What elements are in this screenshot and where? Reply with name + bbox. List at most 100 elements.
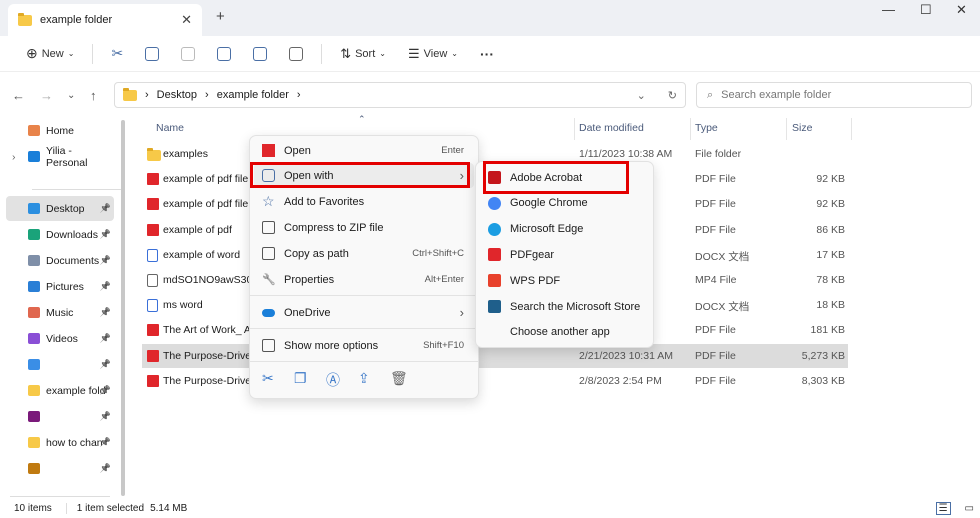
menu-item-shortcut: Shift+F10 [423, 340, 464, 351]
sidebar-item[interactable]: Downloads 📌 [6, 222, 114, 247]
open-with-choose-another-app[interactable]: Choose another app [480, 320, 649, 345]
back-button[interactable]: ← [12, 88, 25, 103]
copy-icon[interactable]: ❐ [294, 370, 307, 387]
cut-button[interactable]: ✂ [103, 41, 131, 66]
new-tab-button[interactable]: + [216, 8, 225, 25]
more-button[interactable]: ··· [472, 42, 502, 66]
context-menu-item-properties[interactable]: 🔧 Properties Alt+Enter [254, 267, 474, 292]
file-name: examples [163, 148, 208, 160]
refresh-icon[interactable]: ↻ [668, 89, 677, 102]
share-icon[interactable]: ⇪ [358, 370, 370, 387]
recent-dropdown[interactable]: ⌄ [67, 90, 75, 101]
pin-icon[interactable]: 📌 [100, 385, 111, 396]
new-button[interactable]: ⊕ New ⌄ [18, 41, 82, 66]
up-button[interactable]: ↑ [90, 88, 97, 103]
sidebar-item[interactable]: 📌 [6, 352, 114, 377]
pin-icon[interactable]: 📌 [100, 307, 111, 318]
expand-chevron-icon[interactable]: › [12, 151, 16, 163]
close-tab-button[interactable]: ✕ [181, 12, 192, 28]
rename-icon[interactable]: Ⓐ [326, 370, 340, 390]
context-menu-item-copy-as-path[interactable]: Copy as path Ctrl+Shift+C [254, 241, 474, 266]
address-dropdown-icon[interactable]: ⌄ [637, 89, 646, 102]
sidebar-icon [28, 281, 40, 292]
sidebar-item[interactable]: 📌 [6, 404, 114, 429]
sidebar-item[interactable]: Videos 📌 [6, 326, 114, 351]
context-menu-item-onedrive[interactable]: OneDrive › [254, 300, 474, 325]
breadcrumb-example-folder[interactable]: example folder [217, 89, 289, 101]
close-window-button[interactable]: ✕ [956, 2, 967, 18]
file-name: ms word [163, 299, 203, 312]
pin-icon[interactable]: 📌 [100, 255, 111, 266]
sidebar-item[interactable]: Documents 📌 [6, 248, 114, 273]
app-icon [488, 196, 501, 210]
file-type: PDF File [695, 198, 736, 211]
search-input[interactable]: Search example folder [721, 89, 831, 101]
sort-icon: ⇅ [340, 45, 352, 61]
sidebar-item[interactable]: 📌 [6, 456, 114, 481]
view-button[interactable]: ☰ View ⌄ [400, 42, 466, 66]
pin-icon[interactable]: 📌 [100, 229, 111, 240]
tiles-view-button[interactable]: ▭ [965, 503, 974, 514]
menu-separator [250, 328, 478, 329]
details-view-button[interactable]: ☰ [935, 501, 951, 515]
forward-button[interactable]: → [40, 88, 53, 103]
pdf-icon [147, 349, 159, 362]
context-menu-item-compress-to-zip-file[interactable]: Compress to ZIP file [254, 215, 474, 240]
pdf-icon [147, 324, 159, 337]
menu-separator [250, 361, 478, 362]
address-bar[interactable]: › Desktop › example folder › ⌄ ↻ [114, 82, 686, 108]
pin-icon[interactable]: 📌 [100, 203, 111, 214]
paste-button[interactable] [173, 43, 203, 65]
menu-item-shortcut: Alt+Enter [424, 274, 464, 285]
pin-icon[interactable]: 📌 [100, 359, 111, 370]
open-with-google-chrome[interactable]: Google Chrome [480, 191, 649, 216]
pin-icon[interactable]: 📌 [100, 333, 111, 344]
context-menu-item-open[interactable]: Open Enter [254, 138, 474, 163]
open-with-search-the-microsoft-store[interactable]: Search the Microsoft Store [480, 294, 649, 319]
file-name: example of word [163, 248, 241, 261]
sidebar-item[interactable]: Music 📌 [6, 300, 114, 325]
tab-example-folder[interactable]: example folder ✕ [8, 4, 202, 36]
file-row[interactable]: The Purpose-Driven 2/8/2023 2:54 PM PDF Fi… [142, 369, 848, 393]
delete-button[interactable] [281, 43, 311, 65]
file-name: example of pdf file h [163, 173, 257, 186]
context-menu-item-show-more-options[interactable]: Show more options Shift+F10 [254, 333, 474, 358]
pin-icon[interactable]: 📌 [100, 411, 111, 422]
sidebar-item[interactable]: how to chan 📌 [6, 430, 114, 455]
pin-icon[interactable]: 📌 [100, 281, 111, 292]
copy-button[interactable] [137, 43, 167, 65]
delete-icon[interactable]: 🗑 [390, 370, 408, 387]
sidebar-scrollbar[interactable] [121, 120, 125, 496]
sidebar-item[interactable]: Home [6, 118, 114, 143]
column-date-modified[interactable]: Date modified [579, 122, 644, 134]
sidebar-item[interactable]: example fold 📌 [6, 378, 114, 403]
cut-icon[interactable]: ✂ [262, 370, 274, 387]
maximize-button[interactable]: ☐ [920, 2, 932, 18]
file-size: 8,303 KB [801, 374, 845, 387]
share-button[interactable] [245, 43, 275, 65]
sidebar-item-label: Music [46, 306, 74, 319]
minimize-button[interactable]: — [882, 2, 895, 17]
column-size[interactable]: Size [792, 122, 812, 134]
rename-button[interactable] [209, 43, 239, 65]
sort-button[interactable]: ⇅ Sort ⌄ [332, 42, 394, 66]
file-type: DOCX 文档 [695, 301, 750, 314]
context-menu-item-add-to-favorites[interactable]: ☆ Add to Favorites [254, 189, 474, 214]
breadcrumb-desktop[interactable]: Desktop [157, 89, 197, 101]
pin-icon[interactable]: 📌 [100, 437, 111, 448]
column-type[interactable]: Type [695, 122, 718, 134]
pin-icon[interactable]: 📌 [100, 463, 111, 474]
menu-item-shortcut: Enter [441, 145, 464, 156]
search-box[interactable]: ⌕ Search example folder [696, 82, 972, 108]
sidebar-item[interactable]: Desktop 📌 [6, 196, 114, 221]
app-label: PDFgear [510, 248, 555, 261]
open-with-wps-pdf[interactable]: WPS PDF [480, 268, 649, 293]
sidebar-item[interactable]: › Yilia - Personal [6, 144, 114, 169]
sort-arrow-icon: ⌃ [358, 114, 366, 124]
sidebar-item[interactable]: Pictures 📌 [6, 274, 114, 299]
menu-separator [250, 295, 478, 296]
pdf-icon [147, 198, 159, 211]
column-name[interactable]: Name [156, 122, 184, 134]
open-with-microsoft-edge[interactable]: Microsoft Edge [480, 217, 649, 242]
open-with-pdfgear[interactable]: PDFgear [480, 242, 649, 267]
